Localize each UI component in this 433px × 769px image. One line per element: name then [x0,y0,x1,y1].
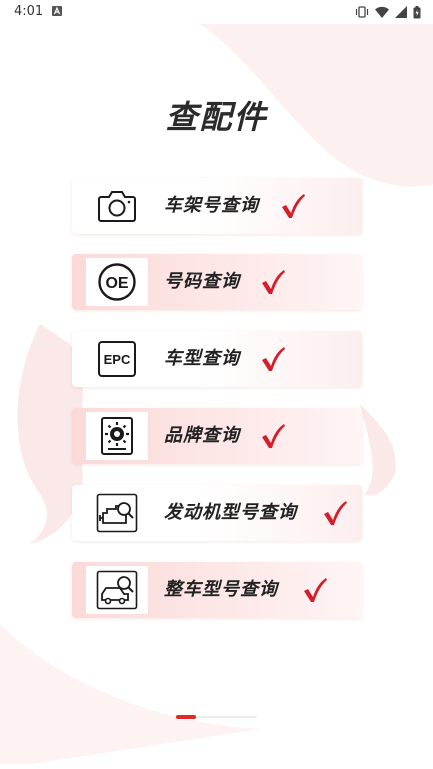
menu-item-label: 号码查询 [164,271,240,292]
car-search-icon [96,570,138,610]
checkmark-icon [262,347,285,371]
menu-item-oe-search[interactable]: OE 号码查询 [72,254,362,310]
engine-search-icon [96,493,138,533]
card-icon-box [86,412,148,460]
camera-icon [98,191,136,222]
page-indicator-active [176,715,196,719]
menu-item-vehicle-model-search[interactable]: 整车型号查询 [72,562,362,618]
brand-badge-icon [101,417,133,455]
menu-item-engine-search[interactable]: 发动机型号查询 [72,485,362,541]
menu-item-label: 品牌查询 [164,425,240,446]
page-title: 查配件 [165,98,268,136]
signal-icon [395,6,407,18]
checkmark-icon [262,270,285,294]
checkmark-icon [324,501,347,525]
wifi-icon [375,6,389,18]
checkmark-icon [262,424,285,448]
menu-item-label: 整车型号查询 [164,579,278,600]
oe-icon-text: OE [105,275,128,292]
epc-icon: EPC [98,341,136,377]
notification-a-icon [52,6,62,16]
checkmark-icon [304,578,327,602]
status-icons [355,5,421,19]
card-icon-box: OE [86,258,148,306]
vibrate-icon [355,6,369,18]
status-time: 4:01 [14,4,44,19]
card-icon-box: EPC [86,335,148,383]
menu-item-label: 车型查询 [164,348,240,369]
menu-item-brand-search[interactable]: 品牌查询 [72,408,362,464]
status-bar: 4:01 [0,0,433,24]
card-icon-box [86,182,148,230]
battery-icon [413,5,421,18]
epc-icon-text: EPC [104,352,131,367]
page-indicator [176,715,257,719]
checkmark-icon [282,194,305,218]
menu-item-model-search[interactable]: EPC 车型查询 [72,331,362,387]
oe-icon: OE [98,263,136,301]
card-icon-box [86,489,148,537]
menu-item-vin-search[interactable]: 车架号查询 [72,178,362,234]
card-icon-box [86,566,148,614]
menu-item-label: 发动机型号查询 [164,502,297,523]
bottom-strip [0,764,433,769]
menu-item-label: 车架号查询 [164,195,259,216]
